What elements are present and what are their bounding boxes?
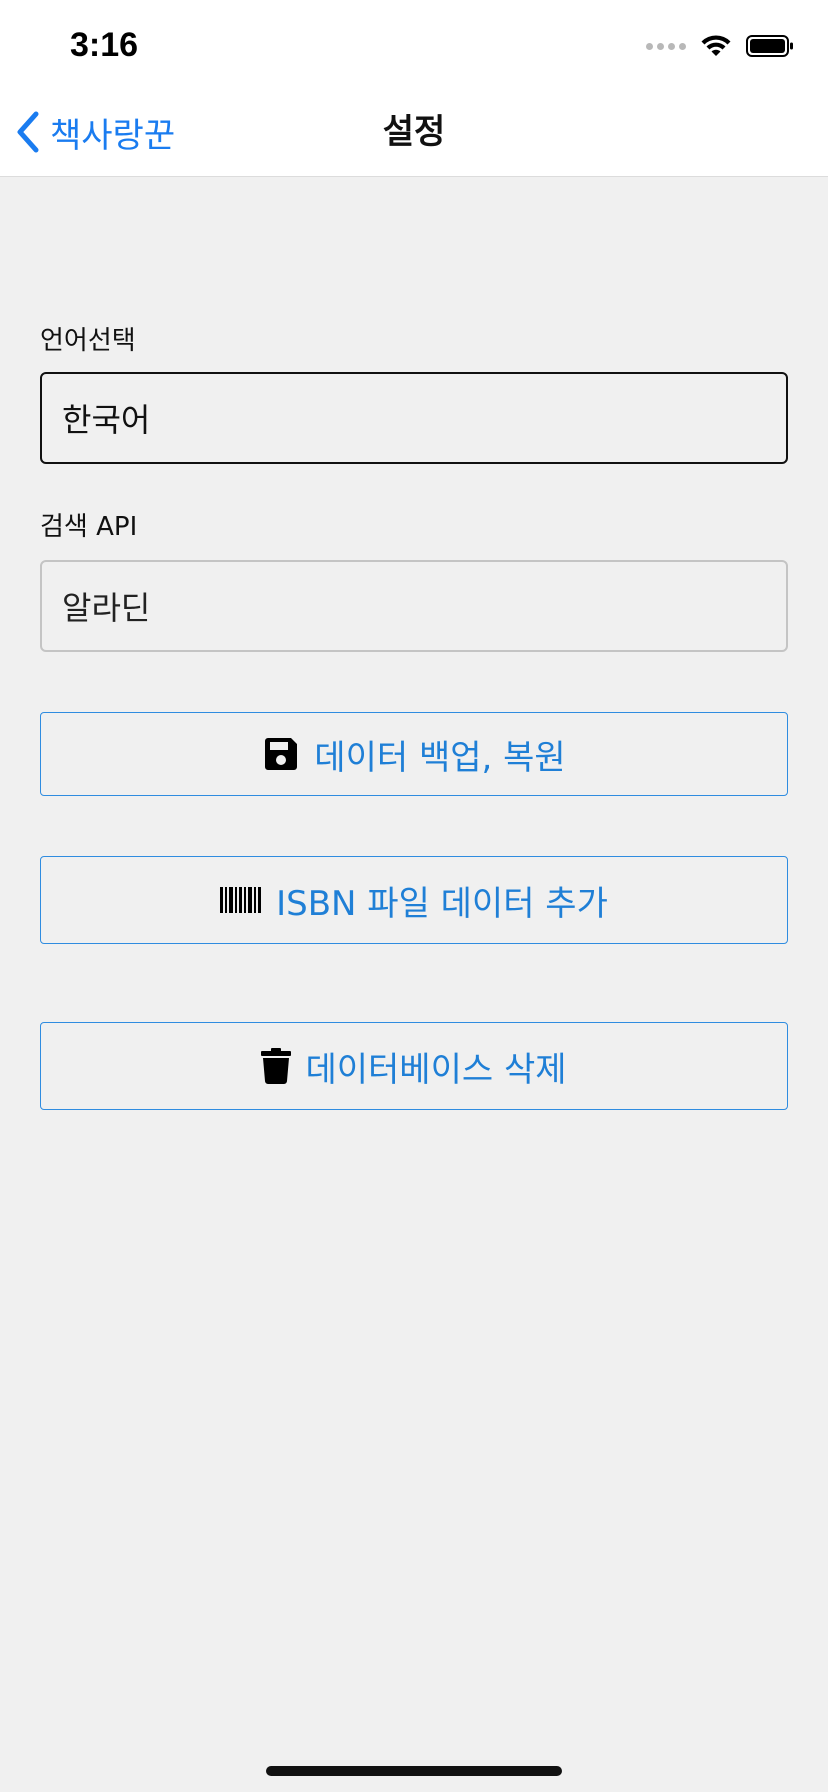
status-indicators xyxy=(646,34,794,58)
home-indicator[interactable] xyxy=(266,1766,562,1776)
navigation-bar: 설정 책사랑꾼 xyxy=(0,88,828,177)
back-button[interactable]: 책사랑꾼 xyxy=(14,108,175,156)
isbn-file-add-button[interactable]: ISBN 파일 데이터 추가 xyxy=(40,856,788,944)
trash-icon xyxy=(261,1048,292,1084)
status-bar: 3:16 xyxy=(0,0,828,88)
language-select[interactable]: 한국어 xyxy=(40,372,788,464)
search-api-label: 검색 API xyxy=(40,512,138,542)
backup-restore-label: 데이터 백업, 복원 xyxy=(314,737,566,778)
delete-database-button[interactable]: 데이터베이스 삭제 xyxy=(40,1022,788,1110)
battery-icon xyxy=(746,35,793,57)
wifi-icon xyxy=(701,35,731,56)
floppy-disk-icon xyxy=(262,735,300,773)
back-label: 책사랑꾼 xyxy=(50,115,176,156)
status-time: 3:16 xyxy=(70,26,139,64)
search-api-select[interactable]: 알라딘 xyxy=(40,560,788,652)
isbn-file-add-label: ISBN 파일 데이터 추가 xyxy=(276,883,608,924)
delete-database-label: 데이터베이스 삭제 xyxy=(305,1049,567,1090)
language-label: 언어선택 xyxy=(40,326,136,356)
backup-restore-button[interactable]: 데이터 백업, 복원 xyxy=(40,712,788,796)
search-api-value: 알라딘 xyxy=(62,589,151,627)
barcode-icon xyxy=(220,887,262,913)
cellular-signal-icon xyxy=(646,42,686,50)
language-value: 한국어 xyxy=(62,401,151,439)
chevron-left-icon xyxy=(17,111,39,153)
